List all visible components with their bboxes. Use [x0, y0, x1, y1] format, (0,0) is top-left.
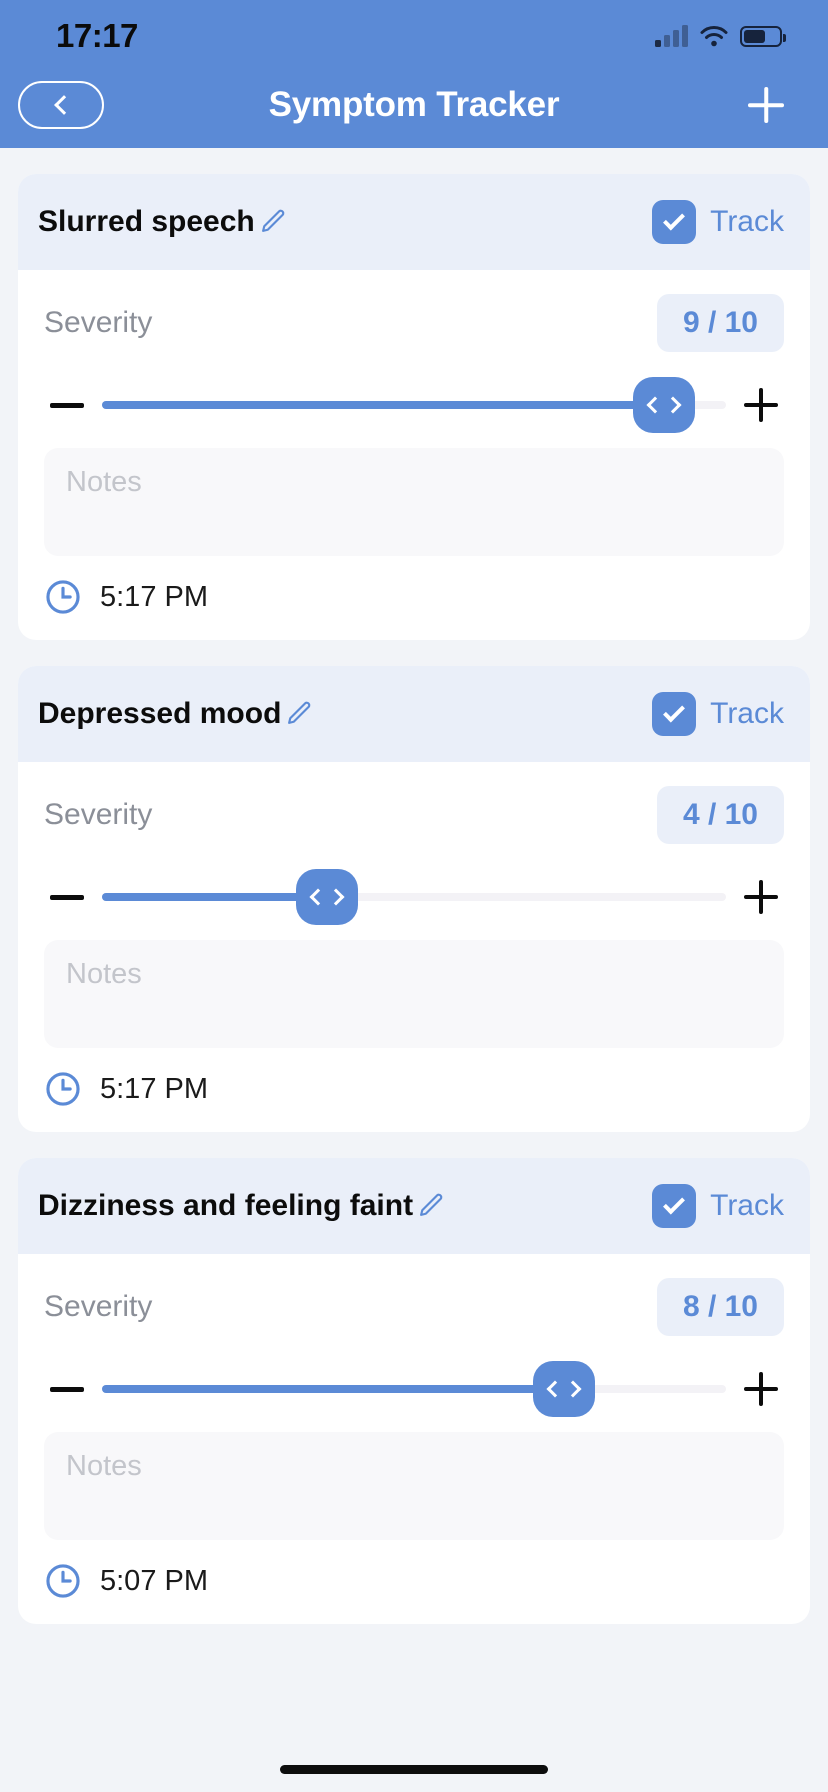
clock-icon — [44, 578, 82, 616]
timestamp-text: 5:07 PM — [100, 1564, 208, 1597]
severity-label: Severity — [44, 1290, 153, 1323]
notes-field[interactable]: Notes — [44, 940, 784, 1048]
status-bar-time: 17:17 — [56, 17, 138, 54]
app-screen: 17:17 Symptom Tracker Slurred speech Tra… — [0, 0, 828, 1792]
severity-row: Severity 9 / 10 — [44, 294, 784, 352]
wifi-icon — [699, 25, 729, 47]
track-toggle[interactable]: Track — [652, 1184, 784, 1228]
pencil-icon[interactable] — [415, 1191, 445, 1221]
track-label: Track — [710, 1189, 784, 1222]
symptom-card-body: Severity 9 / 10 Notes 5:17 PM — [18, 270, 810, 640]
symptom-card-body: Severity 8 / 10 Notes 5:07 PM — [18, 1254, 810, 1624]
slider-thumb[interactable] — [295, 869, 358, 925]
chevron-left-icon — [646, 396, 664, 414]
app-header: 17:17 Symptom Tracker — [0, 0, 828, 148]
check-icon — [663, 700, 686, 723]
home-indicator — [280, 1765, 548, 1774]
plus-icon[interactable] — [744, 1372, 778, 1406]
notes-field[interactable]: Notes — [44, 448, 784, 556]
severity-badge: 9 / 10 — [656, 294, 784, 352]
slider-thumb[interactable] — [632, 377, 695, 433]
track-checkbox[interactable] — [652, 692, 697, 736]
add-symptom-button[interactable] — [744, 83, 788, 127]
symptom-title-row: Dizziness and feeling faint — [38, 1189, 445, 1223]
back-button[interactable] — [18, 81, 104, 129]
plus-icon[interactable] — [744, 388, 778, 422]
symptom-title-row: Depressed mood — [38, 697, 313, 731]
track-checkbox[interactable] — [652, 1184, 697, 1228]
clock-icon — [44, 1562, 82, 1600]
symptom-list: Slurred speech Track Severity 9 / 10 Not… — [0, 148, 828, 1624]
track-checkbox[interactable] — [652, 200, 697, 244]
chevron-right-icon — [327, 888, 345, 906]
status-bar: 17:17 — [0, 0, 828, 62]
slider-fill — [102, 401, 664, 409]
slider-thumb[interactable] — [532, 1361, 595, 1417]
severity-row: Severity 4 / 10 — [44, 786, 784, 844]
page-title: Symptom Tracker — [268, 85, 560, 124]
track-toggle[interactable]: Track — [652, 692, 784, 736]
chevron-left-icon — [309, 888, 327, 906]
check-icon — [663, 208, 686, 231]
chevron-left-icon — [546, 1380, 564, 1398]
symptom-card-header: Depressed mood Track — [18, 666, 810, 762]
severity-badge: 8 / 10 — [656, 1278, 784, 1336]
navigation-bar: Symptom Tracker — [0, 62, 828, 148]
chevron-right-icon — [664, 396, 682, 414]
pencil-icon[interactable] — [257, 207, 287, 237]
clock-icon — [44, 1070, 82, 1108]
symptom-card: Dizziness and feeling faint Track Severi… — [18, 1158, 810, 1624]
minus-icon[interactable] — [50, 402, 84, 408]
track-toggle[interactable]: Track — [652, 200, 784, 244]
severity-label: Severity — [44, 306, 153, 339]
check-icon — [663, 1192, 686, 1215]
status-bar-indicators — [655, 25, 786, 47]
notes-field[interactable]: Notes — [44, 1432, 784, 1540]
track-label: Track — [710, 697, 784, 730]
symptom-card-header: Dizziness and feeling faint Track — [18, 1158, 810, 1254]
cellular-bars-icon — [655, 25, 688, 47]
severity-slider[interactable] — [102, 869, 726, 925]
severity-slider[interactable] — [102, 1361, 726, 1417]
slider-fill — [102, 1385, 564, 1393]
minus-icon[interactable] — [50, 894, 84, 900]
symptom-card-body: Severity 4 / 10 Notes 5:17 PM — [18, 762, 810, 1132]
chevron-left-icon — [53, 95, 74, 115]
symptom-title-row: Slurred speech — [38, 205, 287, 239]
symptom-card: Depressed mood Track Severity 4 / 10 Not… — [18, 666, 810, 1132]
symptom-card: Slurred speech Track Severity 9 / 10 Not… — [18, 174, 810, 640]
severity-slider-row — [44, 377, 784, 433]
slider-fill — [102, 893, 327, 901]
symptom-name: Dizziness and feeling faint — [38, 1189, 414, 1222]
timestamp-text: 5:17 PM — [100, 580, 208, 613]
severity-row: Severity 8 / 10 — [44, 1278, 784, 1336]
chevron-right-icon — [564, 1380, 582, 1398]
symptom-card-header: Slurred speech Track — [18, 174, 810, 270]
symptom-name: Slurred speech — [38, 205, 255, 238]
severity-badge: 4 / 10 — [656, 786, 784, 844]
battery-icon — [740, 25, 786, 47]
plus-icon[interactable] — [744, 880, 778, 914]
pencil-icon[interactable] — [283, 699, 313, 729]
severity-slider[interactable] — [102, 377, 726, 433]
timestamp-row: 5:17 PM — [44, 1048, 784, 1132]
minus-icon[interactable] — [50, 1386, 84, 1392]
severity-slider-row — [44, 1361, 784, 1417]
timestamp-row: 5:17 PM — [44, 556, 784, 640]
symptom-name: Depressed mood — [38, 697, 282, 730]
track-label: Track — [710, 205, 784, 238]
timestamp-row: 5:07 PM — [44, 1540, 784, 1624]
severity-slider-row — [44, 869, 784, 925]
timestamp-text: 5:17 PM — [100, 1072, 208, 1105]
severity-label: Severity — [44, 798, 153, 831]
